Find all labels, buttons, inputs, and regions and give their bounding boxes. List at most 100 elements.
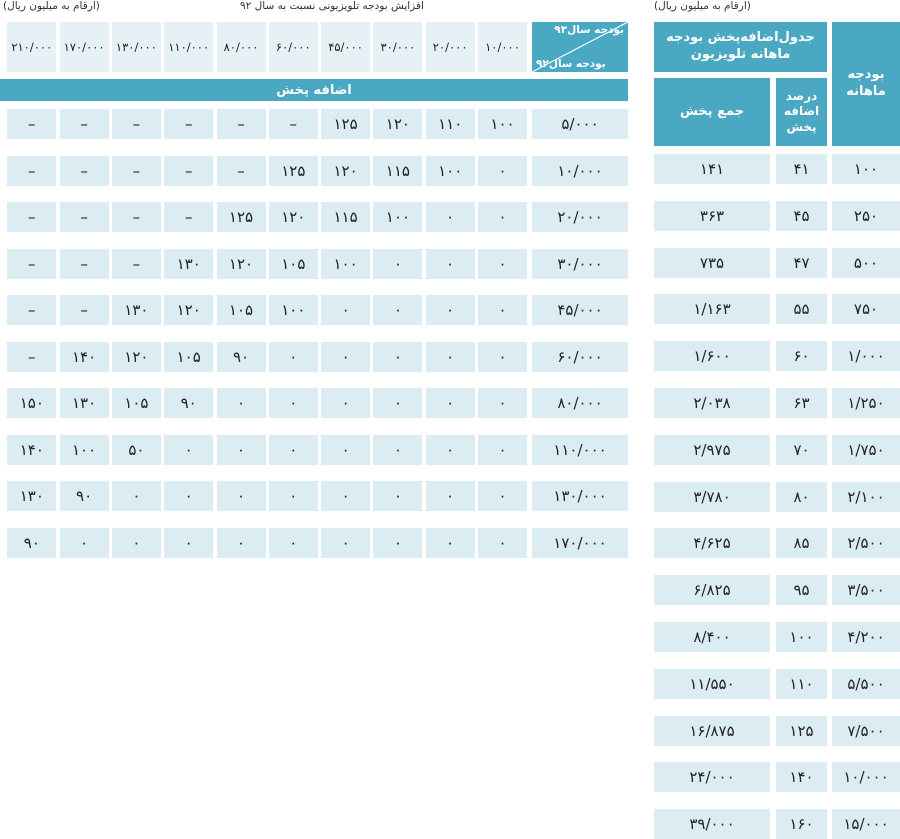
table-cell: ۱۳۰ [59, 388, 109, 418]
header-total: جمع پخش [654, 78, 770, 146]
table-cell: ۵۰ [111, 434, 161, 465]
table-cell: – [7, 248, 57, 279]
right-total-cell: ۱/۶۰۰ [654, 341, 770, 372]
table-cell: – [268, 109, 318, 139]
extra-broadcast-band: اضافه پخش [0, 79, 628, 101]
right-percent-cell: ۵۵ [776, 294, 827, 325]
table-cell: ۰ [268, 434, 318, 465]
col-header: ۲۰/۰۰۰ [425, 22, 475, 72]
table-cell: ۱۰۵ [111, 388, 161, 418]
table-cell: – [111, 202, 161, 232]
right-budget-cell: ۱۵/۰۰۰ [832, 809, 900, 839]
table-cell: ۱۲۰ [111, 341, 161, 372]
table-cell: ۱۲۰ [164, 295, 214, 325]
table-cell: ۰ [478, 527, 527, 558]
right-units-note: (ارقام به میلیون ریال) [654, 0, 751, 12]
table-cell: ۰ [425, 341, 475, 372]
col-header: ۶۰/۰۰۰ [268, 22, 318, 72]
table-cell: ۰ [425, 295, 475, 325]
table-cell: ۱۱۵ [373, 155, 423, 186]
table-cell: – [216, 155, 266, 186]
table-cell: ۱۰۵ [216, 295, 266, 325]
table-cell: ۰ [111, 481, 161, 511]
table-cell: ۰ [321, 341, 371, 372]
table-cell: ۰ [373, 527, 423, 558]
table-cell: ۰ [59, 527, 109, 558]
table-cell: – [7, 202, 57, 232]
table-cell: – [164, 202, 214, 232]
table-cell: – [59, 248, 109, 279]
right-total-cell: ۱/۱۶۳ [654, 294, 770, 325]
right-percent-cell: ۴۵ [776, 200, 827, 231]
table-cell: ۰ [425, 388, 475, 418]
table-cell: ۹۰ [59, 481, 109, 511]
row-budget: ۱۳۰/۰۰۰ [532, 481, 628, 511]
right-total-cell: ۱۴۱ [654, 154, 770, 184]
right-percent-cell: ۸۰ [776, 481, 827, 512]
table-cell: ۰ [425, 248, 475, 279]
table-cell: ۰ [321, 434, 371, 465]
right-budget-cell: ۲/۱۰۰ [832, 481, 900, 512]
corner-label-year-93: بودجه سال۹۳ [554, 24, 624, 36]
right-percent-cell: ۴۱ [776, 154, 827, 184]
table-cell: ۰ [164, 527, 214, 558]
table-cell: ۱۰۵ [268, 248, 318, 279]
right-total-cell: ۷۳۵ [654, 247, 770, 278]
right-total-cell: ۳/۷۸۰ [654, 481, 770, 512]
table-cell: ۰ [373, 388, 423, 418]
table-cell: ۱۰۰ [59, 434, 109, 465]
right-total-cell: ۴/۶۲۵ [654, 528, 770, 559]
table-cell: ۰ [111, 527, 161, 558]
table-cell: ۹۰ [7, 527, 57, 558]
table-cell: ۱۲۰ [268, 202, 318, 232]
table-cell: ۱۰۰ [425, 155, 475, 186]
table-cell: ۰ [321, 295, 371, 325]
table-cell: – [59, 202, 109, 232]
right-budget-cell: ۱/۲۵۰ [832, 388, 900, 418]
table-cell: ۱۲۵ [321, 109, 371, 139]
table-cell: ۰ [321, 388, 371, 418]
table-cell: – [59, 155, 109, 186]
right-percent-cell: ۱۲۵ [776, 715, 827, 746]
right-total-cell: ۶/۸۲۵ [654, 575, 770, 606]
table-cell: ۱۲۰ [216, 248, 266, 279]
table-cell: ۰ [425, 481, 475, 511]
row-budget: ۸۰/۰۰۰ [532, 388, 628, 418]
table-cell: ۱۳۰ [111, 295, 161, 325]
right-table-title: جدول‌اضافه‌پخش بودجه ماهانه تلویزیون [654, 22, 827, 72]
table-cell: ۰ [478, 155, 527, 186]
right-percent-cell: ۱۶۰ [776, 809, 827, 839]
row-budget: ۱۷۰/۰۰۰ [532, 527, 628, 558]
table-cell: – [7, 109, 57, 139]
table-cell: ۰ [268, 481, 318, 511]
col-header: ۳۰/۰۰۰ [373, 22, 423, 72]
table-cell: ۰ [216, 434, 266, 465]
table-cell: ۱۰۰ [321, 248, 371, 279]
right-total-cell: ۱۶/۸۷۵ [654, 715, 770, 746]
table-cell: ۰ [216, 481, 266, 511]
table-cell: ۰ [425, 527, 475, 558]
table-cell: ۱۳۰ [7, 481, 57, 511]
table-cell: ۱۰۵ [164, 341, 214, 372]
table-cell: – [164, 155, 214, 186]
right-percent-cell: ۸۵ [776, 528, 827, 559]
right-percent-cell: ۶۳ [776, 388, 827, 418]
header-monthly-budget: بودجه ماهانه [832, 22, 900, 146]
col-header: ۲۱۰/۰۰۰ [7, 22, 57, 72]
row-budget: ۱۰/۰۰۰ [532, 155, 628, 186]
corner-header-cell: بودجه سال۹۳ بودجه سال۹۲ [532, 22, 628, 72]
right-total-cell: ۲۴/۰۰۰ [654, 762, 770, 793]
table-cell: ۰ [321, 481, 371, 511]
table-cell: ۰ [478, 481, 527, 511]
right-total-cell: ۳۹/۰۰۰ [654, 809, 770, 839]
table-cell: ۰ [373, 434, 423, 465]
right-budget-cell: ۱/۰۰۰ [832, 341, 900, 372]
table-cell: – [216, 109, 266, 139]
table-cell: – [111, 155, 161, 186]
table-cell: ۰ [478, 341, 527, 372]
table-cell: ۰ [268, 388, 318, 418]
table-cell: ۰ [425, 202, 475, 232]
left-table-title: افزایش بودجه تلویزیونی نسبت به سال ۹۲ [240, 0, 424, 12]
right-total-cell: ۱۱/۵۵۰ [654, 668, 770, 699]
table-cell: ۱۱۰ [425, 109, 475, 139]
